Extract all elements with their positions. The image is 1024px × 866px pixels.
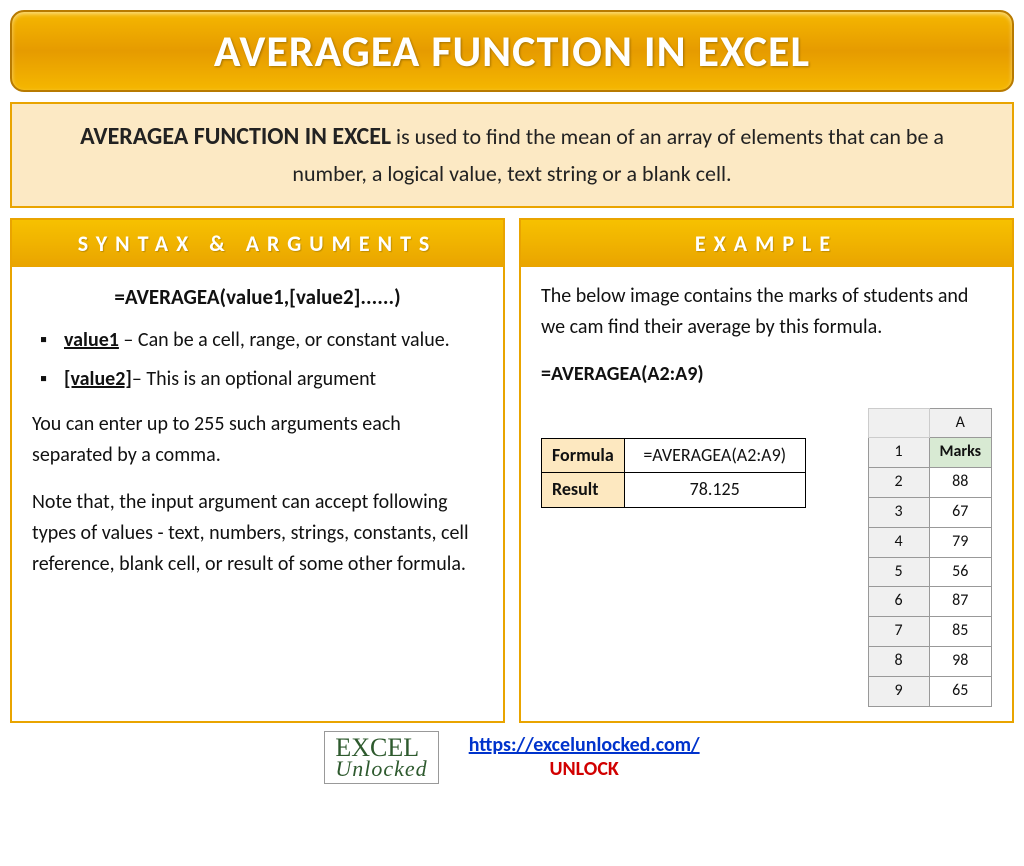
sheet-row-num: 9 (868, 676, 929, 706)
example-header: EXAMPLE (521, 220, 1012, 267)
mini-spreadsheet: A 1Marks 288 367 479 556 687 785 898 965 (868, 408, 993, 707)
example-formula: =AVERAGEA(A2:A9) (541, 359, 992, 390)
formula-value: =AVERAGEA(A2:A9) (624, 438, 805, 473)
syntax-header: SYNTAX & ARGUMENTS (12, 220, 503, 267)
footer: EXCEL Unlocked https://excelunlocked.com… (10, 731, 1014, 784)
formula-label: Formula (542, 438, 625, 473)
logo: EXCEL Unlocked (324, 731, 438, 784)
description-lead: AVERAGEA FUNCTION IN EXCEL (80, 122, 391, 151)
logo-line2: Unlocked (335, 759, 427, 779)
arg-desc: – This is an optional argument (132, 367, 376, 391)
columns: SYNTAX & ARGUMENTS =AVERAGEA(value1,[val… (10, 218, 1014, 723)
sheet-cell: 79 (929, 527, 992, 557)
argument-item: value1 – Can be a cell, range, or consta… (40, 325, 483, 356)
argument-list: value1 – Can be a cell, range, or consta… (32, 325, 483, 395)
sheet-corner (868, 408, 929, 438)
syntax-note-1: You can enter up to 255 such arguments e… (32, 409, 483, 471)
sheet-cell: 67 (929, 497, 992, 527)
syntax-body: =AVERAGEA(value1,[value2]......) value1 … (12, 267, 503, 721)
sheet-row-num: 1 (868, 438, 929, 468)
sheet-row-num: 8 (868, 646, 929, 676)
page-title: AVERAGEA FUNCTION IN EXCEL (12, 24, 1012, 78)
description-box: AVERAGEA FUNCTION IN EXCEL is used to fi… (10, 102, 1014, 208)
sheet-col-header: A (929, 408, 992, 438)
syntax-formula: =AVERAGEA(value1,[value2]......) (32, 281, 483, 314)
example-column: EXAMPLE The below image contains the mar… (519, 218, 1014, 723)
footer-unlock: UNLOCK (469, 757, 700, 781)
sheet-row-num: 2 (868, 468, 929, 498)
sheet-row-num: 7 (868, 617, 929, 647)
sheet-row-num: 6 (868, 587, 929, 617)
sheet-cell: 85 (929, 617, 992, 647)
sheet-cell: 88 (929, 468, 992, 498)
sheet-cell: 87 (929, 587, 992, 617)
example-body: The below image contains the marks of st… (521, 267, 1012, 721)
footer-links: https://excelunlocked.com/ UNLOCK (469, 733, 700, 781)
description-rest: is used to find the mean of an array of … (292, 123, 944, 187)
sheet-row-num: 4 (868, 527, 929, 557)
title-bar: AVERAGEA FUNCTION IN EXCEL (10, 10, 1014, 92)
sheet-cell: 98 (929, 646, 992, 676)
syntax-note-2: Note that, the input argument can accept… (32, 487, 483, 580)
footer-url[interactable]: https://excelunlocked.com/ (469, 733, 700, 757)
example-visual-row: Formula =AVERAGEA(A2:A9) Result 78.125 A… (541, 408, 992, 707)
sheet-row-num: 5 (868, 557, 929, 587)
formula-result-table: Formula =AVERAGEA(A2:A9) Result 78.125 (541, 438, 806, 509)
result-label: Result (542, 473, 625, 508)
arg-name: [value2] (64, 367, 132, 391)
arg-name: value1 (64, 328, 119, 352)
arg-desc: – Can be a cell, range, or constant valu… (119, 328, 450, 352)
sheet-cell: Marks (929, 438, 992, 468)
sheet-cell: 65 (929, 676, 992, 706)
result-value: 78.125 (624, 473, 805, 508)
sheet-row-num: 3 (868, 497, 929, 527)
sheet-cell: 56 (929, 557, 992, 587)
syntax-column: SYNTAX & ARGUMENTS =AVERAGEA(value1,[val… (10, 218, 505, 723)
argument-item: [value2]– This is an optional argument (40, 364, 483, 395)
example-intro: The below image contains the marks of st… (541, 281, 992, 343)
